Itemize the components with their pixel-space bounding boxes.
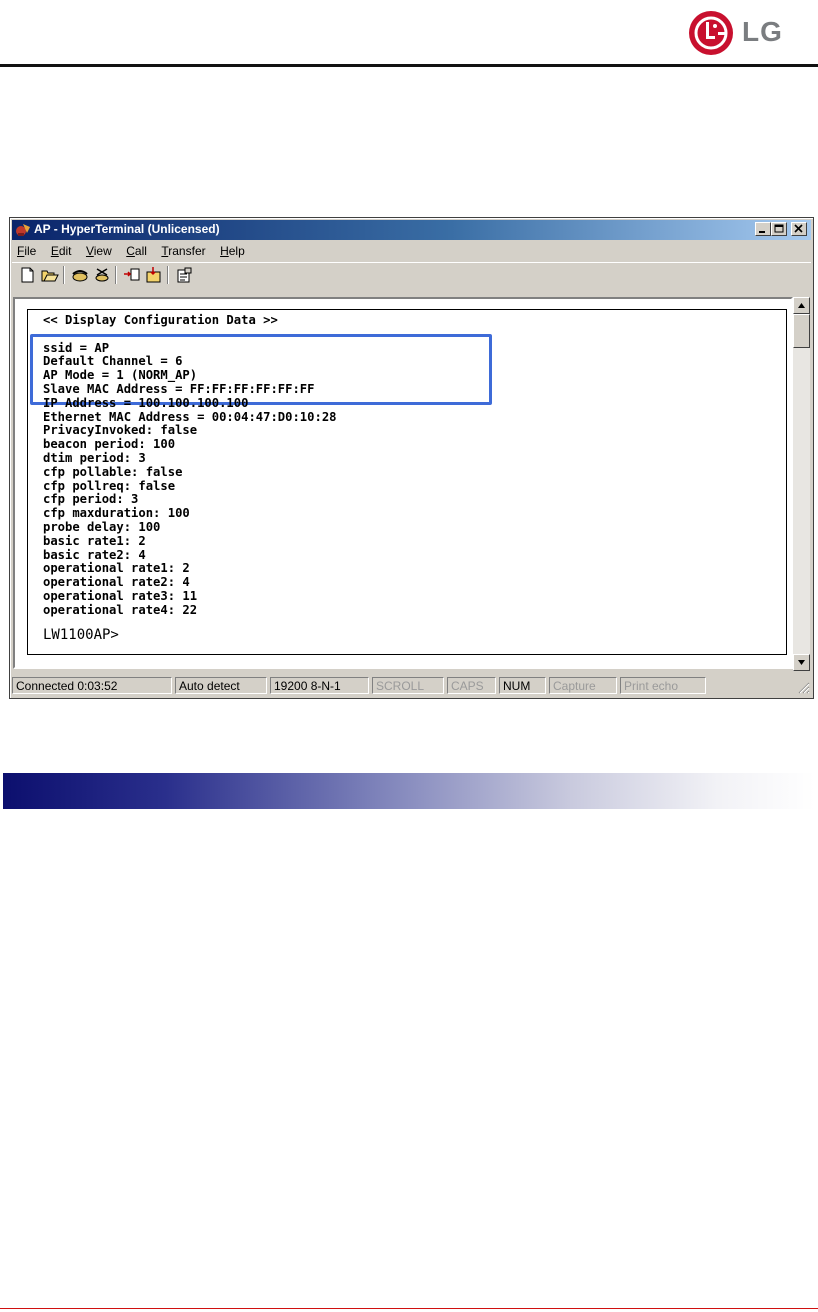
resize-grip-icon[interactable] xyxy=(796,680,810,694)
scroll-thumb[interactable] xyxy=(793,314,810,348)
maximize-button[interactable] xyxy=(771,222,787,236)
status-connected: Connected 0:03:52 xyxy=(12,677,172,694)
terminal-output: << Display Configuration Data >> ssid = … xyxy=(27,309,787,655)
disconnect-icon[interactable] xyxy=(92,266,112,284)
terminal-line: Slave MAC Address = FF:FF:FF:FF:FF:FF xyxy=(43,381,315,396)
new-icon[interactable] xyxy=(18,266,38,284)
close-button[interactable] xyxy=(791,222,807,236)
terminal-line: basic rate1: 2 xyxy=(43,533,146,548)
terminal-line: cfp maxduration: 100 xyxy=(43,506,190,521)
terminal-line: PrivacyInvoked: false xyxy=(43,423,198,438)
lg-logo: LG xyxy=(688,10,798,56)
toolbar-separator xyxy=(115,266,117,284)
menu-transfer[interactable]: Transfer xyxy=(156,243,210,258)
terminal-line: Default Channel = 6 xyxy=(43,354,183,369)
scroll-up-button[interactable] xyxy=(793,297,810,314)
arrow-down-icon xyxy=(798,660,805,665)
terminal-line: cfp pollreq: false xyxy=(43,478,176,493)
title-bar[interactable]: AP - HyperTerminal (Unlicensed) xyxy=(12,220,811,240)
terminal-line: AP Mode = 1 (NORM_AP) xyxy=(43,368,198,383)
status-port-settings: 19200 8-N-1 xyxy=(270,677,369,694)
toolbar-separator xyxy=(167,266,169,284)
section-header-bar xyxy=(3,773,815,809)
terminal-line: operational rate1: 2 xyxy=(43,561,190,576)
terminal-line: Ethernet MAC Address = 00:04:47:D0:10:28 xyxy=(43,409,337,424)
terminal-line: operational rate4: 22 xyxy=(43,602,198,617)
window-title: AP - HyperTerminal (Unlicensed) xyxy=(34,222,220,236)
terminal-line: operational rate3: 11 xyxy=(43,588,198,603)
status-num: NUM xyxy=(499,677,546,694)
hyperterminal-app-icon xyxy=(16,224,30,236)
header-rule xyxy=(0,64,818,67)
lg-logo-text: LG xyxy=(742,16,783,47)
terminal-line: cfp period: 3 xyxy=(43,492,139,507)
terminal-header: << Display Configuration Data >> xyxy=(43,313,278,327)
terminal-line: probe delay: 100 xyxy=(43,519,161,534)
maximize-icon xyxy=(774,224,784,233)
status-scroll: SCROLL xyxy=(372,677,444,694)
menu-view[interactable]: View xyxy=(81,243,117,258)
status-bar: Connected 0:03:52 Auto detect 19200 8-N-… xyxy=(12,675,811,695)
lg-logo-icon xyxy=(689,11,733,55)
terminal-line: dtim period: 3 xyxy=(43,450,146,465)
terminal-area[interactable]: << Display Configuration Data >> ssid = … xyxy=(13,297,793,669)
scroll-down-button[interactable] xyxy=(793,654,810,671)
properties-icon[interactable] xyxy=(174,266,194,284)
vertical-scrollbar[interactable] xyxy=(793,297,810,671)
status-capture: Capture xyxy=(549,677,617,694)
minimize-button[interactable] xyxy=(755,222,771,236)
hyperterminal-window: AP - HyperTerminal (Unlicensed) File Edi… xyxy=(9,217,814,699)
menu-file[interactable]: File xyxy=(12,243,41,258)
send-icon[interactable] xyxy=(122,266,142,284)
terminal-line: cfp pollable: false xyxy=(43,464,183,479)
menu-call[interactable]: Call xyxy=(121,243,152,258)
terminal-line: beacon period: 100 xyxy=(43,437,176,452)
status-print-echo: Print echo xyxy=(620,677,706,694)
terminal-line: basic rate2: 4 xyxy=(43,547,146,562)
terminal-line: operational rate2: 4 xyxy=(43,575,190,590)
menu-bar: File Edit View Call Transfer Help xyxy=(12,242,811,260)
toolbar xyxy=(12,262,811,287)
terminal-text: << Display Configuration Data >> ssid = … xyxy=(43,313,337,618)
minimize-icon xyxy=(759,231,765,233)
receive-icon[interactable] xyxy=(144,266,164,284)
close-icon xyxy=(794,224,803,233)
terminal-prompt: LW1100AP> xyxy=(43,627,119,643)
open-icon[interactable] xyxy=(40,266,60,284)
arrow-up-icon xyxy=(798,303,805,308)
dial-icon[interactable] xyxy=(70,266,90,284)
menu-help[interactable]: Help xyxy=(215,243,250,258)
toolbar-separator xyxy=(63,266,65,284)
status-auto-detect: Auto detect xyxy=(175,677,267,694)
menu-edit[interactable]: Edit xyxy=(46,243,77,258)
footer-rule xyxy=(0,1308,818,1309)
status-caps: CAPS xyxy=(447,677,496,694)
terminal-line: IP Address = 100.100.100.100 xyxy=(43,395,249,410)
terminal-line: ssid = AP xyxy=(43,340,110,355)
